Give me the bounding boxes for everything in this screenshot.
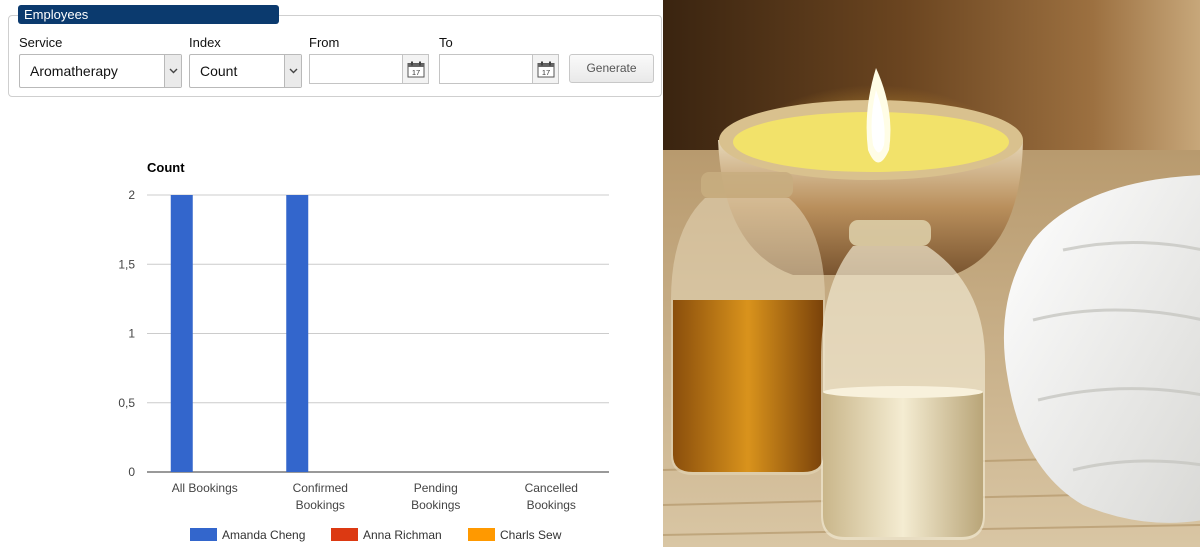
legend-swatch (190, 528, 217, 541)
x-tick-label: Pending (414, 481, 458, 495)
y-tick-label: 1,5 (118, 257, 135, 271)
legend-swatch (331, 528, 358, 541)
x-tick-label: Bookings (296, 498, 345, 512)
legend-swatch (468, 528, 495, 541)
legend-label: Charls Sew (500, 528, 562, 542)
x-tick-label: Confirmed (293, 481, 348, 495)
x-tick-label: Cancelled (525, 481, 578, 495)
x-tick-label: Bookings (411, 498, 460, 512)
x-tick-label: Bookings (527, 498, 576, 512)
y-tick-label: 1 (128, 327, 135, 341)
aromatherapy-photo (663, 0, 1200, 547)
bar-chart: Count 0 0,5 1 1,5 2 All Bookings Confirmed Booki… (118, 160, 609, 542)
x-tick-label: All Bookings (172, 481, 238, 495)
legend-label: Anna Richman (363, 528, 442, 542)
y-tick-label: 0 (128, 465, 135, 479)
bar-amanda-cheng (286, 195, 309, 472)
y-tick-label: 0,5 (118, 396, 135, 410)
chart-title: Count (147, 160, 185, 175)
bar-amanda-cheng (170, 195, 193, 472)
legend-label: Amanda Cheng (222, 528, 305, 542)
y-tick-label: 2 (128, 188, 135, 202)
left-pane: Employees Service Index From To Aromathe… (0, 0, 663, 547)
